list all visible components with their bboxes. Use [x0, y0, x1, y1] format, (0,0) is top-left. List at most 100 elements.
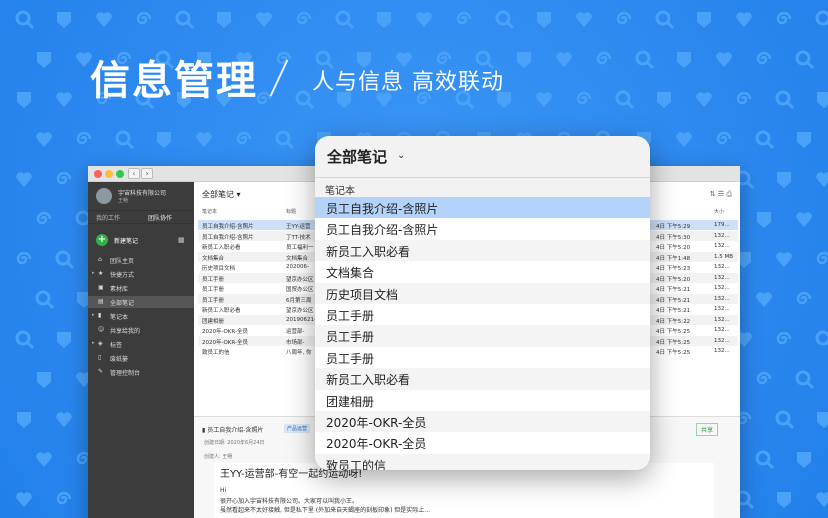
table-cell-title: 文档集合	[286, 255, 309, 262]
sidebar-item-shared[interactable]: ☺ 共享给我的	[88, 324, 194, 336]
popup-notebook-item[interactable]: 员工手册	[315, 325, 650, 347]
search-icon	[635, 50, 655, 70]
notes-icon: ▤	[98, 298, 104, 305]
table-cell-notebook: 文档集合	[202, 255, 225, 262]
sidebar-item-notebooks[interactable]: ▸ ▮ 笔记本	[88, 310, 194, 322]
popup-notebook-item[interactable]: 新员工入职必看	[315, 368, 650, 390]
back-button[interactable]: ‹	[128, 168, 140, 179]
share-button[interactable]: 共享	[695, 423, 718, 436]
popup-notebook-item[interactable]: 团建相册	[315, 389, 650, 411]
close-window-button[interactable]	[94, 170, 102, 178]
search-icon	[175, 10, 195, 30]
table-cell-size: 132...	[714, 348, 730, 354]
detail-tag[interactable]: 产品运营	[284, 424, 311, 433]
disclosure-arrow-icon[interactable]: ▸	[92, 270, 95, 276]
shield-icon	[697, 12, 711, 28]
shield-icon	[677, 52, 691, 68]
swirl-icon	[776, 11, 792, 25]
sidebar-item-tags[interactable]: ▸ ◈ 标签	[88, 338, 194, 350]
popup-notebook-item[interactable]: 员工手册	[315, 346, 650, 369]
column-header-notebook[interactable]: 笔记本	[202, 208, 217, 218]
search-icon	[35, 290, 55, 310]
sidebar-item-all-notes[interactable]: ▤ 全部笔记	[88, 296, 194, 308]
swirl-icon	[36, 211, 52, 225]
swirl-icon	[256, 91, 272, 105]
shield-icon	[757, 212, 771, 228]
sidebar-item-team-home[interactable]: ⌂ 团队主页	[88, 254, 194, 266]
sidebar-item-label: 共享给我的	[110, 328, 141, 335]
popup-notebook-item[interactable]: 新员工入职必看	[315, 239, 650, 262]
swirl-icon	[296, 11, 312, 25]
shield-icon	[377, 12, 391, 28]
minimize-window-button[interactable]	[105, 170, 113, 178]
new-note-button[interactable]: + 新建笔记 ▦	[96, 234, 188, 248]
table-cell-date: 4日 下午5:20	[656, 245, 691, 251]
heart-icon	[756, 292, 772, 307]
swirl-icon	[596, 51, 612, 65]
popup-title[interactable]: 全部笔记	[327, 146, 387, 167]
search-icon	[335, 10, 355, 30]
tab-my-work[interactable]: 我的工作	[96, 213, 120, 222]
popup-notebook-item[interactable]: 员工手册	[315, 304, 650, 326]
popup-notebook-item[interactable]: 2020年-OKR-全员	[315, 411, 650, 433]
plus-icon: +	[96, 234, 108, 246]
popup-notebook-item[interactable]: 历史项目文档	[315, 282, 650, 304]
table-cell-title: 国贸办公区	[286, 287, 314, 293]
grid-icon[interactable]: ▦	[178, 236, 185, 244]
swirl-icon	[776, 331, 792, 345]
popup-notebook-item[interactable]: 文档集合	[315, 261, 650, 283]
new-note-label: 新建笔记	[114, 238, 139, 245]
sidebar-item-shortcuts[interactable]: ▸ ★ 快捷方式	[88, 268, 194, 280]
detail-notebook[interactable]: ▮ 员工自我介绍-含照片	[202, 425, 263, 434]
trash-icon: ▯	[98, 354, 102, 361]
sidebar-item-trash[interactable]: ▯ 废纸篓	[88, 352, 194, 364]
popup-notebook-item[interactable]: 2020年-OKR-全员	[315, 432, 650, 454]
popup-notebook-item[interactable]: 员工自我介绍-含照片	[315, 218, 650, 240]
popup-notebook-item[interactable]: 员工自我介绍-含照片	[315, 197, 650, 219]
disclosure-arrow-icon[interactable]: ▸	[92, 340, 95, 346]
chevron-down-icon[interactable]: ⌄	[397, 150, 405, 161]
table-cell-size: 132...	[714, 337, 730, 344]
note-body[interactable]: 王YY-运营部-有空一起约运动呀! Hi 很开心加入宇宙科技有限公司。大家可以叫…	[214, 463, 714, 518]
swirl-icon	[616, 11, 632, 25]
disclosure-arrow-icon[interactable]: ▸	[92, 312, 95, 318]
list-header-dropdown[interactable]: 全部笔记 ▾	[202, 189, 241, 200]
table-cell-notebook: 团建相册	[202, 318, 225, 325]
swirl-icon	[76, 131, 92, 145]
notebook-icon: ▮	[98, 312, 102, 319]
avatar[interactable]	[96, 188, 112, 204]
heart-icon	[736, 12, 752, 27]
heart-icon	[196, 132, 212, 147]
sidebar-item-label: 废纸篓	[110, 356, 129, 363]
heart-icon	[536, 92, 552, 107]
column-header-title[interactable]: 标题	[286, 208, 296, 218]
list-header-label: 全部笔记	[202, 190, 234, 199]
shield-icon	[797, 132, 811, 148]
table-cell-date: 4日 下午5:21	[656, 308, 691, 314]
column-header-size[interactable]: 大小	[714, 208, 724, 218]
popup-notebook-item-label: 2020年-OKR-全员	[326, 416, 427, 430]
swirl-icon	[56, 491, 72, 505]
popup-notebook-item[interactable]: 致员工的信	[315, 453, 650, 470]
box-icon: ▣	[98, 284, 104, 291]
table-cell-size: 132...	[714, 316, 730, 323]
forward-button[interactable]: ›	[141, 168, 153, 179]
list-toolbar-icons[interactable]: ⇅ ☰ ⎙	[710, 190, 732, 199]
zoom-window-button[interactable]	[116, 170, 124, 178]
swirl-icon	[716, 131, 732, 145]
table-cell-date: 4日 下午5:25	[656, 339, 691, 346]
table-cell-date: 4日 下午5:22	[656, 318, 691, 325]
sidebar-item-materials[interactable]: ▣ 素材库	[88, 282, 194, 294]
popup-notebook-item-label: 文档集合	[326, 266, 375, 281]
swirl-icon	[756, 371, 772, 385]
tab-team[interactable]: 团队协作	[148, 213, 172, 222]
heart-icon	[256, 12, 272, 27]
sidebar-item-admin-console[interactable]: ✎ 管理控制台	[88, 366, 194, 378]
sidebar-item-label: 标签	[110, 342, 123, 349]
heart-icon	[676, 132, 692, 147]
search-icon	[655, 10, 675, 30]
table-cell-size: 132...	[714, 285, 730, 291]
search-icon	[775, 410, 795, 430]
heart-icon	[56, 92, 72, 107]
shield-icon	[517, 52, 531, 68]
